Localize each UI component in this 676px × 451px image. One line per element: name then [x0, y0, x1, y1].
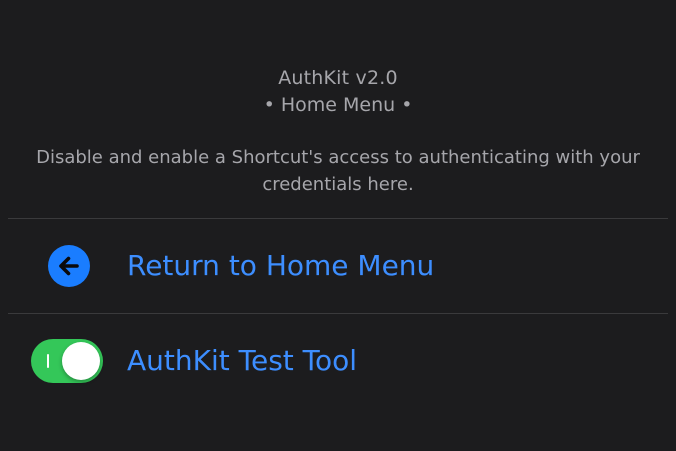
- toggle-on-indicator-icon: [47, 354, 49, 368]
- return-home-label[interactable]: Return to Home Menu: [127, 249, 434, 283]
- description-text: Disable and enable a Shortcut's access t…: [36, 147, 640, 195]
- authkit-test-tool-label[interactable]: AuthKit Test Tool: [127, 344, 357, 378]
- authkit-test-tool-toggle[interactable]: [31, 339, 103, 383]
- header: AuthKit v2.0 • Home Menu •: [0, 64, 676, 118]
- authkit-screen: AuthKit v2.0 • Home Menu • Disable and e…: [0, 0, 676, 451]
- back-arrow-icon[interactable]: [48, 245, 90, 287]
- authkit-test-tool-row[interactable]: AuthKit Test Tool: [0, 314, 676, 408]
- toggle-knob[interactable]: [62, 342, 100, 380]
- return-home-row[interactable]: Return to Home Menu: [0, 219, 676, 313]
- menu-subtitle: • Home Menu •: [263, 94, 413, 116]
- app-title: AuthKit v2.0: [278, 67, 398, 89]
